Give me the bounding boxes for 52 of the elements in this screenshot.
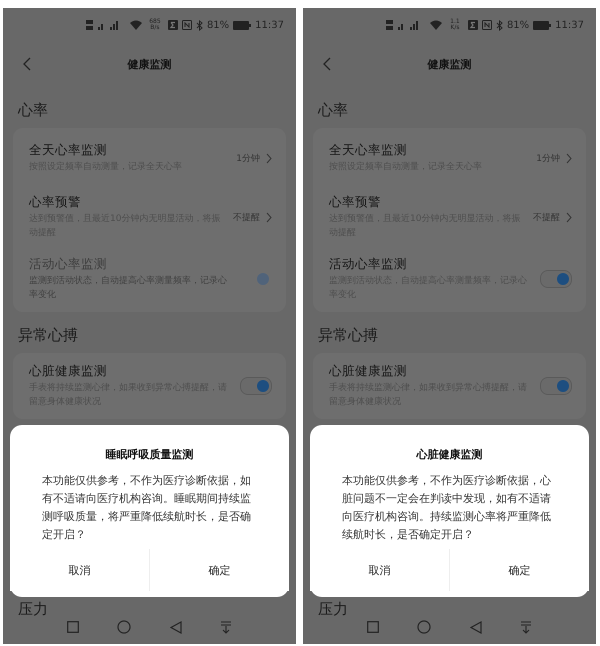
battery-percent: 81% <box>506 20 530 30</box>
setting-title: 心率预警 <box>329 194 382 211</box>
section-title: 压力 <box>17 599 49 620</box>
home-icon[interactable] <box>417 620 432 634</box>
setting-title: 活动心率监测 <box>329 256 408 273</box>
dialog-button[interactable]: 确定 <box>449 549 589 591</box>
nfc-icon <box>182 20 192 30</box>
chevron-right-icon[interactable] <box>566 152 572 164</box>
battery-icon <box>533 20 552 30</box>
toggle-switch[interactable] <box>540 377 572 395</box>
back-triangle-icon[interactable] <box>170 620 182 634</box>
bluetooth-icon <box>496 20 503 30</box>
toggle-switch[interactable] <box>540 270 572 288</box>
dialog-message: 本功能仅供参考，不作为医疗诊断依据，心脏问题不一定会在判读中发现，如有不适请向医疗机构咨询。持续监测心率将严重降低续航时长，是否确定开启？ <box>341 473 552 543</box>
dialog-button[interactable]: 确定 <box>149 549 289 591</box>
battery-percent: 81% <box>206 20 230 30</box>
dialog-title: 心脏健康监测 <box>415 447 484 462</box>
recent-apps-icon[interactable] <box>67 621 80 633</box>
sigma-icon <box>468 20 478 30</box>
setting-title: 心脏健康监测 <box>329 363 408 380</box>
nfc-icon <box>482 20 492 30</box>
back-icon[interactable] <box>323 57 331 71</box>
notification-pull-icon[interactable] <box>220 620 232 634</box>
chevron-right-icon[interactable] <box>266 212 272 222</box>
page-title: 健康监测 <box>128 56 172 72</box>
setting-title: 全天心率监测 <box>329 142 408 159</box>
section-title: 异常心搏 <box>17 325 79 346</box>
status-time: 11:37 <box>555 20 584 30</box>
back-triangle-icon[interactable] <box>470 620 482 634</box>
wifi-icon <box>130 20 142 30</box>
recent-apps-icon[interactable] <box>367 621 380 633</box>
home-icon[interactable] <box>117 620 132 634</box>
wifi-icon <box>430 20 442 30</box>
setting-title: 全天心率监测 <box>29 142 108 159</box>
setting-title: 心脏健康监测 <box>29 363 108 380</box>
chevron-right-icon[interactable] <box>566 212 572 222</box>
section-title: 心率 <box>16 100 49 121</box>
status-time: 11:37 <box>255 20 284 30</box>
page-title: 健康监测 <box>428 56 472 72</box>
dialog-message: 本功能仅供参考，不作为医疗诊断依据，如有不适请向医疗机构咨询。睡眠期间持续监测呼吸质量，将严重降低续航时长，是否确定开启？ <box>41 473 252 543</box>
toggle-switch[interactable] <box>240 377 272 395</box>
setting-title: 心率预警 <box>29 194 82 211</box>
section-title: 压力 <box>317 599 349 620</box>
back-icon[interactable] <box>23 57 31 71</box>
notification-pull-icon[interactable] <box>520 620 532 634</box>
dialog-title: 睡眠呼吸质量监测 <box>104 447 194 462</box>
sigma-icon <box>168 20 178 30</box>
section-title: 异常心搏 <box>317 325 379 346</box>
battery-icon <box>233 20 252 30</box>
chevron-right-icon[interactable] <box>266 152 272 164</box>
bluetooth-icon <box>196 20 203 30</box>
section-title: 心率 <box>316 100 349 121</box>
